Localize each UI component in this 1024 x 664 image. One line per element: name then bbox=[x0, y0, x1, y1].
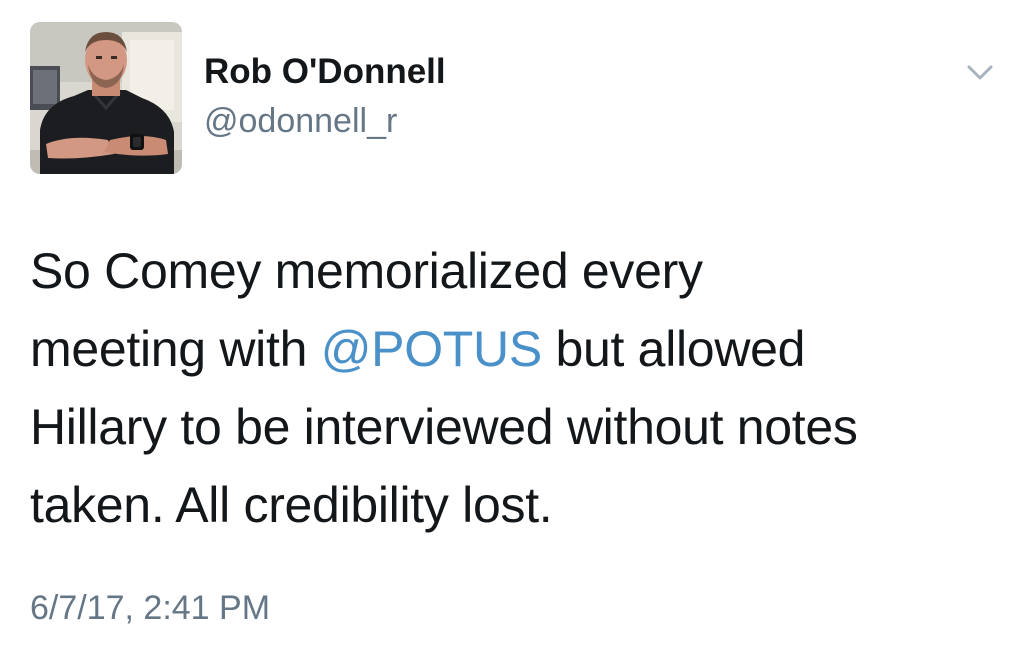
author-name[interactable]: Rob O'Donnell bbox=[204, 50, 446, 94]
tweet-text-segment: meeting with bbox=[30, 321, 321, 377]
author-handle[interactable]: @odonnell_r bbox=[204, 100, 397, 142]
avatar[interactable] bbox=[30, 22, 182, 174]
tweet-text-line: meeting with @POTUS but allowed bbox=[30, 310, 1010, 388]
tweet-text-segment: but allowed bbox=[541, 321, 806, 377]
tweet-text-line: So Comey memorialized every bbox=[30, 243, 703, 299]
tweet-timestamp: 6/7/17, 2:41 PM bbox=[30, 589, 271, 627]
avatar-photo bbox=[30, 22, 182, 174]
tweet-text-line: Hillary to be interviewed without notes bbox=[30, 399, 858, 455]
tweet-text: So Comey memorialized every meeting with… bbox=[30, 232, 1010, 544]
mention-link[interactable]: @POTUS bbox=[321, 321, 543, 377]
tweet-card: Rob O'Donnell @odonnell_r So Comey memor… bbox=[0, 0, 1024, 664]
tweet-text-line: taken. All credibility lost. bbox=[30, 477, 553, 533]
chevron-down-icon[interactable] bbox=[960, 58, 1000, 88]
